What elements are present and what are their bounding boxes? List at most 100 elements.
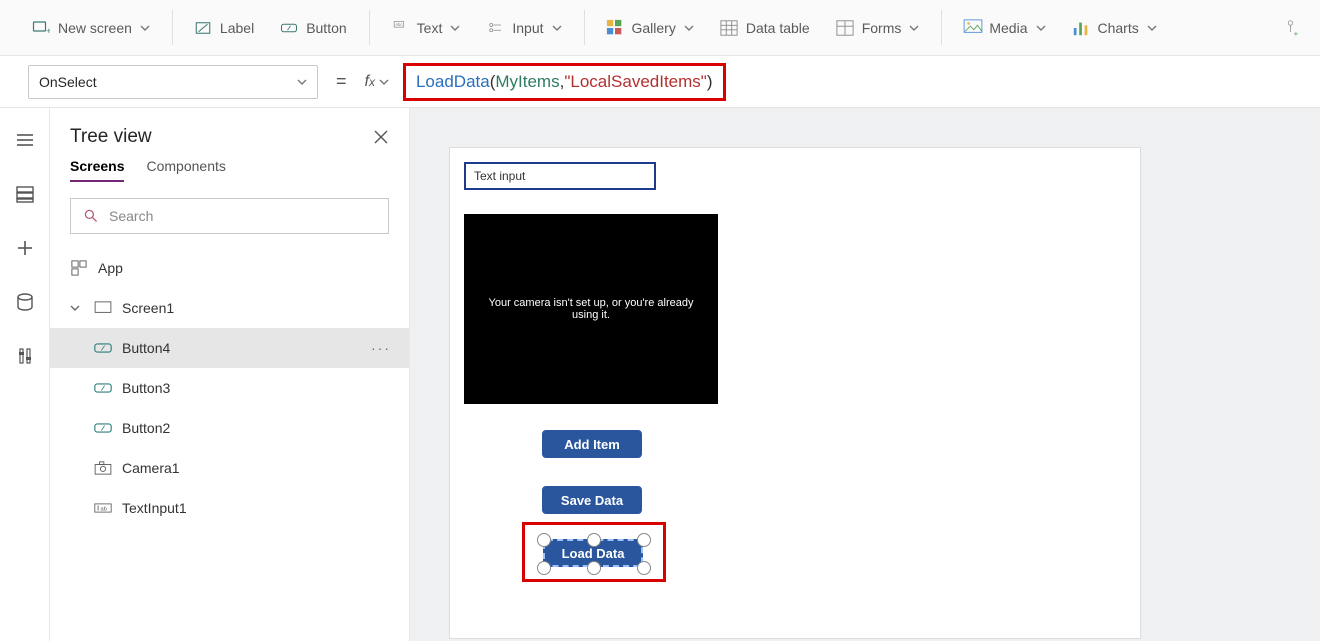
chevron-down-icon (450, 23, 460, 33)
insert-datatable-button[interactable]: Data table (712, 13, 818, 43)
tree-node-button2[interactable]: Button2 (50, 408, 409, 448)
tree-node-label: Screen1 (122, 300, 174, 316)
chevron-down-icon (1036, 23, 1046, 33)
canvas-save-data-button[interactable]: Save Data (542, 486, 642, 514)
insert-label-button[interactable]: Label (186, 13, 262, 43)
svg-text:+: + (46, 26, 50, 36)
resize-handle[interactable] (537, 561, 551, 575)
canvas-add-item-button[interactable]: Add Item (542, 430, 642, 458)
property-selector[interactable]: OnSelect (28, 65, 318, 99)
resize-handle[interactable] (587, 533, 601, 547)
insert-forms-label: Forms (862, 20, 902, 36)
more-icon[interactable]: ··· (371, 340, 391, 356)
tree-search-input[interactable]: Search (70, 198, 389, 234)
text-icon: Abc (391, 19, 409, 37)
insert-charts-dropdown[interactable]: Charts (1064, 13, 1165, 43)
tree-node-label: App (98, 260, 123, 276)
insert-gallery-dropdown[interactable]: Gallery (598, 13, 702, 43)
svg-text:ab: ab (101, 506, 107, 512)
resize-handle[interactable] (587, 561, 601, 575)
svg-text:Abc: Abc (395, 22, 402, 27)
insert-input-dropdown[interactable]: Input (478, 13, 569, 43)
insert-button-button[interactable]: Button (272, 13, 354, 43)
tab-components[interactable]: Components (146, 158, 225, 182)
tree-view-panel: Tree view Screens Components Search App (50, 108, 410, 641)
tree-node-button4[interactable]: Button4 ··· (50, 328, 409, 368)
tree-node-app[interactable]: App (50, 248, 409, 288)
property-selector-value: OnSelect (39, 74, 97, 90)
input-icon (486, 19, 504, 37)
resize-handle[interactable] (637, 561, 651, 575)
chevron-down-icon (684, 23, 694, 33)
fx-button[interactable]: fx (365, 73, 389, 91)
datatable-icon (720, 19, 738, 37)
left-rail (0, 108, 50, 641)
tab-screens[interactable]: Screens (70, 158, 124, 182)
textinput-icon: ab (94, 499, 112, 517)
button-label: Save Data (561, 493, 623, 508)
rail-insert[interactable] (13, 236, 37, 260)
tree-node-label: Button3 (122, 380, 170, 396)
camera-message: Your camera isn't set up, or you're alre… (476, 297, 706, 321)
label-icon (194, 19, 212, 37)
button-label: Load Data (562, 546, 625, 561)
rail-tools[interactable] (13, 344, 37, 368)
rail-data[interactable] (13, 290, 37, 314)
formula-token-close: ) (707, 72, 713, 92)
rail-tree-view[interactable] (13, 182, 37, 206)
chevron-down-icon (909, 23, 919, 33)
tree-node-camera1[interactable]: Camera1 (50, 448, 409, 488)
button-icon (94, 419, 112, 437)
new-screen-label: New screen (58, 20, 132, 36)
button-label: Add Item (564, 437, 620, 452)
tree-node-label: Button2 (122, 420, 170, 436)
formula-bar: OnSelect = fx LoadData( MyItems, "LocalS… (0, 56, 1320, 108)
button-icon (94, 379, 112, 397)
insert-media-dropdown[interactable]: Media (955, 13, 1053, 43)
insert-media-label: Media (989, 20, 1027, 36)
forms-icon (836, 19, 854, 37)
svg-text:+: + (1294, 29, 1299, 38)
search-icon (83, 208, 99, 224)
overflow-icon[interactable]: + (1286, 19, 1304, 37)
tree-node-label: Camera1 (122, 460, 180, 476)
tree-node-label: TextInput1 (122, 500, 187, 516)
close-icon[interactable] (373, 129, 389, 145)
charts-icon (1072, 19, 1090, 37)
tree-node-textinput1[interactable]: ab TextInput1 (50, 488, 409, 528)
camera-icon (94, 459, 112, 477)
formula-token-func: LoadData (416, 72, 490, 92)
insert-button-text: Button (306, 20, 346, 36)
insert-charts-label: Charts (1098, 20, 1139, 36)
canvas-camera[interactable]: Your camera isn't set up, or you're alre… (464, 214, 718, 404)
chevron-down-icon (297, 77, 307, 87)
tree-node-button3[interactable]: Button3 (50, 368, 409, 408)
chevron-down-icon (140, 23, 150, 33)
rail-hamburger[interactable] (13, 128, 37, 152)
resize-handle[interactable] (637, 533, 651, 547)
selection-highlight: Load Data (522, 522, 666, 582)
insert-text-dropdown[interactable]: Abc Text (383, 13, 469, 43)
design-canvas[interactable]: Text input Your camera isn't set up, or … (450, 148, 1140, 638)
new-screen-button[interactable]: + New screen (24, 13, 158, 43)
formula-input[interactable]: LoadData( MyItems, "LocalSavedItems" ) (403, 63, 726, 101)
canvas-textinput[interactable]: Text input (464, 162, 656, 190)
chevron-down-icon (552, 23, 562, 33)
formula-token-ident: MyItems (495, 72, 559, 92)
insert-label-text: Label (220, 20, 254, 36)
tree-node-screen1[interactable]: Screen1 (50, 288, 409, 328)
equals-sign: = (332, 71, 351, 92)
ribbon-toolbar: + New screen Label Button Abc Text (0, 0, 1320, 56)
caret-down-icon[interactable] (70, 303, 84, 313)
resize-handle[interactable] (537, 533, 551, 547)
insert-forms-dropdown[interactable]: Forms (828, 13, 928, 43)
chevron-down-icon (1147, 23, 1157, 33)
insert-gallery-label: Gallery (632, 20, 676, 36)
screen-icon (94, 299, 112, 317)
tree-view-title: Tree view (70, 126, 152, 148)
insert-input-label: Input (512, 20, 543, 36)
insert-datatable-label: Data table (746, 20, 810, 36)
button-icon (94, 339, 112, 357)
chevron-down-icon (379, 77, 389, 87)
canvas-area[interactable]: Text input Your camera isn't set up, or … (410, 108, 1320, 641)
